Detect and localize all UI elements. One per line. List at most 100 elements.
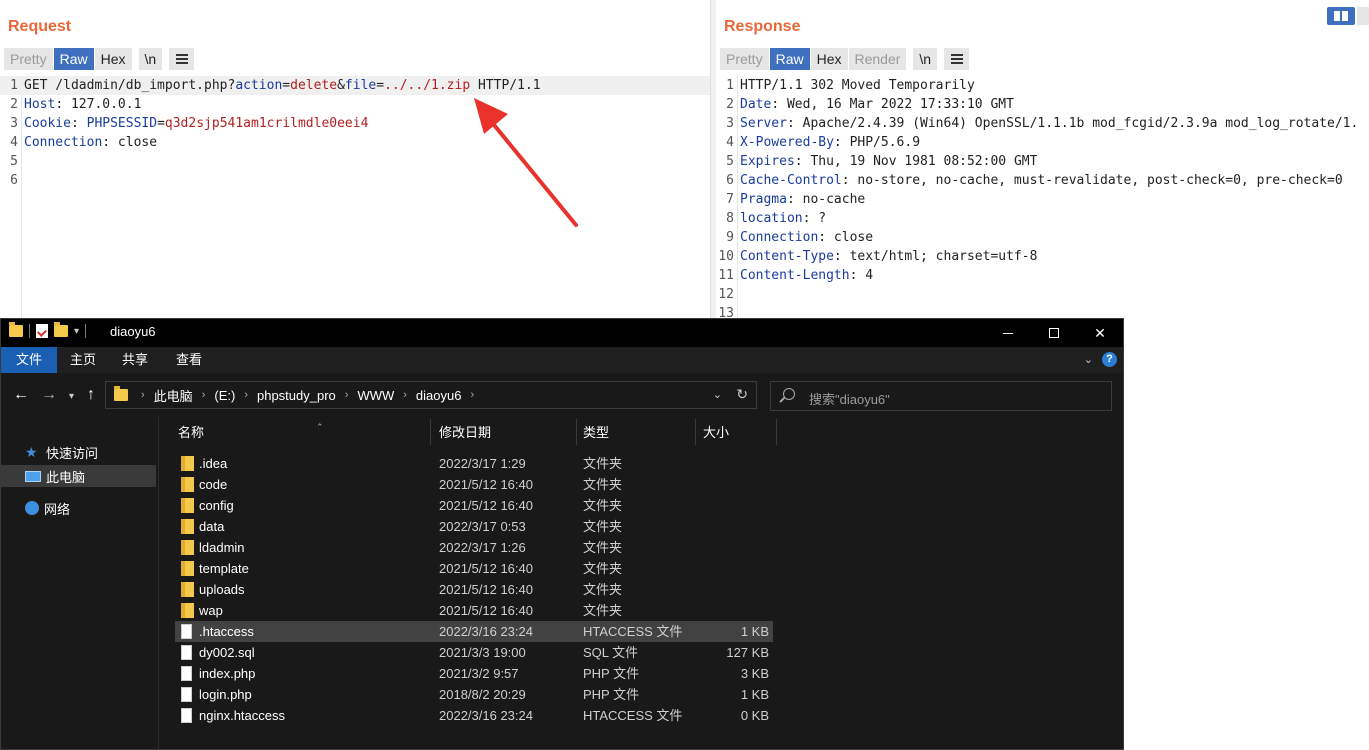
code-line[interactable]: 6 Cache-Control: no-store, no-cache, must…	[716, 171, 1369, 190]
code-line[interactable]: 8 location: ?	[716, 209, 1369, 228]
tab-render[interactable]: Render	[848, 48, 908, 70]
code-line[interactable]: 10 Content-Type: text/html; charset=utf-8	[716, 247, 1369, 266]
chevron-right-icon[interactable]: ›	[141, 389, 145, 401]
column-header-date[interactable]: 修改日期	[439, 421, 491, 445]
file-date: 2021/5/12 16:40	[439, 582, 533, 597]
list-item[interactable]: login.php 2018/8/2 20:29 PHP 文件 1 KB	[175, 684, 773, 705]
breadcrumb-item[interactable]: WWW	[357, 388, 394, 403]
code-line[interactable]: 1 GET /ldadmin/db_import.php?action=delet…	[0, 76, 710, 95]
properties-icon[interactable]	[36, 324, 48, 338]
quick-access-toolbar: ▾	[9, 322, 87, 338]
tab-raw[interactable]: Raw	[769, 48, 811, 70]
tab-pretty[interactable]: Pretty	[720, 48, 770, 70]
list-item[interactable]: code 2021/5/12 16:40 文件夹	[175, 474, 773, 495]
folder-icon	[181, 603, 194, 618]
refresh-icon[interactable]: ↻	[736, 386, 748, 403]
code-line[interactable]: 3 Cookie: PHPSESSID=q3d2sjp541am1crilmdle…	[0, 114, 710, 133]
ribbon-tab-view[interactable]: 查看	[163, 347, 215, 373]
column-divider[interactable]	[576, 419, 577, 445]
code-line[interactable]: 1 HTTP/1.1 302 Moved Temporarily	[716, 76, 1369, 95]
search-input[interactable]: 搜索"diaoyu6"	[809, 389, 890, 408]
help-icon[interactable]: ?	[1102, 352, 1117, 367]
title-bar[interactable]: ▾ diaoyu6 ✕	[1, 319, 1123, 347]
ribbon-tab-file[interactable]: 文件	[1, 347, 57, 373]
line-text: Host: 127.0.0.1	[24, 95, 141, 114]
column-divider[interactable]	[695, 419, 696, 445]
tab-newline[interactable]: \n	[138, 48, 164, 70]
breadcrumb-item[interactable]: diaoyu6	[416, 388, 462, 403]
line-number: 1	[10, 78, 18, 93]
expand-ribbon-icon[interactable]: ⌄	[1084, 353, 1093, 366]
customize-dropdown-icon[interactable]: ▾	[74, 326, 79, 337]
code-line[interactable]: 2 Host: 127.0.0.1	[0, 95, 710, 114]
file-date: 2021/5/12 16:40	[439, 603, 533, 618]
code-line[interactable]: 4 Connection: close	[0, 133, 710, 152]
list-item[interactable]: nginx.htaccess 2022/3/16 23:24 HTACCESS 文件…	[175, 705, 773, 726]
recent-locations-chevron-icon[interactable]: ▾	[69, 391, 74, 402]
breadcrumb-item[interactable]: (E:)	[214, 388, 235, 403]
chevron-right-icon[interactable]: ›	[202, 389, 206, 401]
window-title: diaoyu6	[110, 324, 156, 339]
code-line[interactable]: 2 Date: Wed, 16 Mar 2022 17:33:10 GMT	[716, 95, 1369, 114]
tab-pretty[interactable]: Pretty	[4, 48, 54, 70]
layout-toggle-alt-icon[interactable]	[1357, 7, 1369, 25]
list-item[interactable]: uploads 2021/5/12 16:40 文件夹	[175, 579, 773, 600]
menu-icon[interactable]	[169, 48, 196, 70]
code-line[interactable]: 5	[0, 152, 710, 171]
address-dropdown-icon[interactable]: ⌄	[713, 388, 722, 401]
address-bar[interactable]: › 此电脑 › (E:) › phpstudy_pro › WWW › diaoyu6 › ⌄ ↻	[105, 381, 757, 409]
list-item[interactable]: wap 2021/5/12 16:40 文件夹	[175, 600, 773, 621]
up-arrow-icon[interactable]: ↑	[87, 386, 95, 404]
toolbar-separator	[29, 324, 30, 338]
forward-arrow-icon[interactable]: →	[41, 386, 57, 404]
search-box[interactable]: 搜索"diaoyu6"	[770, 381, 1112, 411]
tab-hex[interactable]: Hex	[810, 48, 849, 70]
back-arrow-icon[interactable]: ←	[13, 386, 29, 404]
list-item[interactable]: ldadmin 2022/3/17 1:26 文件夹	[175, 537, 773, 558]
breadcrumb-item[interactable]: 此电脑	[154, 386, 193, 405]
nav-item-this-pc[interactable]: 此电脑	[1, 465, 156, 487]
ribbon-tab-share[interactable]: 共享	[111, 347, 159, 373]
file-date: 2022/3/17 0:53	[439, 519, 526, 534]
list-item[interactable]: data 2022/3/17 0:53 文件夹	[175, 516, 773, 537]
menu-icon[interactable]	[944, 48, 971, 70]
tab-raw[interactable]: Raw	[53, 48, 95, 70]
code-line[interactable]: 4 X-Powered-By: PHP/5.6.9	[716, 133, 1369, 152]
column-header-type[interactable]: 类型	[583, 421, 609, 445]
list-item[interactable]: .idea 2022/3/17 1:29 文件夹	[175, 453, 773, 474]
code-line[interactable]: 3 Server: Apache/2.4.39 (Win64) OpenSSL/1…	[716, 114, 1369, 133]
column-header-name[interactable]: 名称 ⌃	[178, 421, 324, 445]
code-line[interactable]: 11 Content-Length: 4	[716, 266, 1369, 285]
file-type: 文件夹	[583, 519, 623, 534]
code-line[interactable]: 12	[716, 285, 1369, 304]
code-line[interactable]: 5 Expires: Thu, 19 Nov 1981 08:52:00 GMT	[716, 152, 1369, 171]
chevron-right-icon[interactable]: ›	[244, 389, 248, 401]
code-line[interactable]: 7 Pragma: no-cache	[716, 190, 1369, 209]
chevron-right-icon[interactable]: ›	[345, 389, 349, 401]
close-button[interactable]: ✕	[1077, 319, 1123, 347]
code-line[interactable]: 9 Connection: close	[716, 228, 1369, 247]
column-divider[interactable]	[430, 419, 431, 445]
column-divider[interactable]	[776, 419, 777, 445]
breadcrumb-item[interactable]: phpstudy_pro	[257, 388, 336, 403]
list-item[interactable]: template 2021/5/12 16:40 文件夹	[175, 558, 773, 579]
minimize-button[interactable]	[985, 319, 1031, 347]
new-folder-icon[interactable]	[54, 322, 68, 337]
list-item[interactable]: config 2021/5/12 16:40 文件夹	[175, 495, 773, 516]
file-name: config	[199, 498, 234, 513]
file-type: PHP 文件	[583, 666, 640, 681]
chevron-right-icon[interactable]: ›	[470, 389, 474, 401]
list-item[interactable]: index.php 2021/3/2 9:57 PHP 文件 3 KB	[175, 663, 773, 684]
list-item[interactable]: .htaccess 2022/3/16 23:24 HTACCESS 文件 1 KB	[175, 621, 773, 642]
nav-item-network[interactable]: 网络	[1, 497, 156, 519]
column-header-size[interactable]: 大小	[703, 421, 729, 445]
tab-hex[interactable]: Hex	[94, 48, 133, 70]
nav-item-quick-access[interactable]: ★ 快速访问	[1, 441, 156, 463]
tab-newline[interactable]: \n	[913, 48, 939, 70]
maximize-button[interactable]	[1031, 319, 1077, 347]
code-line[interactable]: 6	[0, 171, 710, 190]
layout-toggle-icon[interactable]	[1327, 7, 1355, 25]
chevron-right-icon[interactable]: ›	[403, 389, 407, 401]
list-item[interactable]: dy002.sql 2021/3/3 19:00 SQL 文件 127 KB	[175, 642, 773, 663]
ribbon-tab-home[interactable]: 主页	[59, 347, 107, 373]
